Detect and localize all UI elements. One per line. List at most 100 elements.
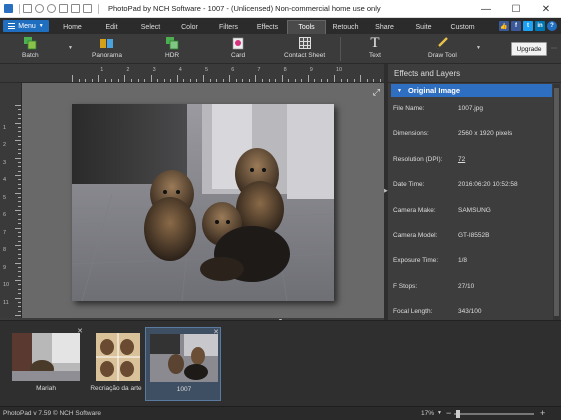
close-icon[interactable]: ✕ <box>213 328 219 336</box>
like-icon[interactable]: 👍 <box>499 21 509 31</box>
hdr-button[interactable]: HDR <box>165 36 179 59</box>
tab-retouch[interactable]: Retouch <box>326 20 365 34</box>
zoom-slider[interactable] <box>454 410 534 418</box>
ruler-tick <box>18 223 21 225</box>
ruler-tick <box>18 236 21 238</box>
card-button[interactable]: Card <box>231 36 245 59</box>
contact-sheet-button[interactable]: Contact Sheet <box>284 36 325 59</box>
save-icon[interactable] <box>23 4 32 13</box>
batch-button[interactable]: Batch <box>22 36 39 59</box>
tab-home[interactable]: Home <box>53 20 92 34</box>
minimize-button[interactable]: — <box>471 0 501 18</box>
chevron-down-icon[interactable]: ▼ <box>68 45 73 51</box>
vertical-ruler: 1 2 3 4 5 6 7 8 9 10 11 <box>0 83 22 318</box>
card-label: Card <box>231 52 246 59</box>
quick-access-toolbar <box>4 3 102 14</box>
thumbnail-1007[interactable]: ✕ 1007 <box>145 327 221 401</box>
original-image-section[interactable]: ▼ Original Image <box>391 84 552 97</box>
ruler-number: 5 <box>3 194 7 201</box>
ruler-tick <box>18 240 21 242</box>
panel-scrollbar[interactable] <box>553 84 560 320</box>
ruler-tick <box>18 310 21 312</box>
new-icon[interactable] <box>59 4 68 13</box>
filmstrip: ✕ Mariah ✕ Recriação da arte ✕ 1007 <box>0 320 561 406</box>
undo-icon[interactable] <box>35 4 44 13</box>
ruler-tick <box>347 79 349 82</box>
tab-select[interactable]: Select <box>131 20 170 34</box>
thumbnail-caption: 1007 <box>176 386 192 393</box>
close-button[interactable]: ✕ <box>531 0 561 18</box>
help-icon[interactable]: ? <box>547 21 557 31</box>
tab-share[interactable]: Share <box>365 20 404 34</box>
thumbnail-image <box>12 333 80 381</box>
ruler-number: 11 <box>3 299 9 306</box>
tab-suite[interactable]: Suite <box>404 20 443 34</box>
ruler-number: 1 <box>3 124 7 131</box>
redo-icon[interactable] <box>47 4 56 13</box>
linkedin-icon[interactable]: in <box>535 21 545 31</box>
maximize-button[interactable]: ☐ <box>501 0 531 18</box>
property-label: Focal Length: <box>393 308 433 316</box>
draw-tool-label: Draw Tool <box>428 52 457 59</box>
ruler-tick <box>15 192 21 194</box>
ruler-tick <box>18 135 21 137</box>
ruler-tick <box>334 75 335 82</box>
tab-custom[interactable]: Custom <box>443 20 482 34</box>
property-value[interactable]: 72 <box>458 156 465 163</box>
contact-sheet-icon <box>298 36 312 50</box>
paste-icon[interactable] <box>83 4 92 13</box>
ruler-tick <box>15 122 21 124</box>
ruler-tick <box>222 79 224 82</box>
ruler-tick <box>18 293 21 295</box>
zoom-in-button[interactable]: + <box>540 408 545 418</box>
photo-preview[interactable] <box>72 104 334 301</box>
tab-color[interactable]: Color <box>170 20 209 34</box>
ruler-tick <box>288 79 290 82</box>
ruler-tick <box>248 79 250 82</box>
chevron-down-icon[interactable]: ▼ <box>476 45 481 51</box>
zoom-level[interactable]: 17% <box>421 410 434 417</box>
twitter-icon[interactable]: t <box>523 21 533 31</box>
social-links: 👍 f t in? <box>499 21 557 31</box>
ruler-number: 5 <box>205 67 209 73</box>
tab-tools[interactable]: Tools <box>287 20 326 34</box>
menu-bar: Menu ▼ Home Edit Select Color Filters Effects… <box>0 18 561 34</box>
close-icon[interactable]: ✕ <box>77 327 83 335</box>
ruler-number: 2 <box>126 67 130 73</box>
text-button[interactable]: T Text <box>368 35 382 60</box>
tools-toolbar: Batch ▼ Panorama HDR Card Contact Sheet … <box>0 34 561 64</box>
more-options-icon[interactable]: ⋯ <box>551 45 557 52</box>
ruler-tick <box>72 75 73 82</box>
fit-to-screen-icon[interactable]: ⤢ <box>373 87 380 98</box>
tab-effects[interactable]: Effects <box>248 20 287 34</box>
chevron-down-icon[interactable]: ▼ <box>437 410 442 416</box>
zoom-slider-handle[interactable] <box>456 410 460 418</box>
ruler-tick <box>18 266 21 268</box>
ruler-tick <box>18 170 21 172</box>
ruler-tick <box>261 79 263 82</box>
image-canvas[interactable]: ⤢ <box>22 83 384 318</box>
zoom-out-button[interactable]: − <box>446 408 451 418</box>
facebook-icon[interactable]: f <box>511 21 521 31</box>
scrollbar-thumb[interactable] <box>554 88 559 316</box>
ruler-tick <box>18 109 21 111</box>
ruler-number: 8 <box>283 67 287 73</box>
thumbnail-mariah[interactable]: ✕ Mariah <box>8 327 84 401</box>
ruler-tick <box>18 205 21 207</box>
panorama-button[interactable]: Panorama <box>92 36 122 59</box>
open-icon[interactable] <box>71 4 80 13</box>
ruler-tick <box>203 75 204 82</box>
ruler-number: 10 <box>336 67 343 73</box>
ruler-tick <box>124 75 126 82</box>
upgrade-button[interactable]: Upgrade <box>511 42 547 56</box>
ruler-tick <box>18 188 21 190</box>
contact-sheet-label: Contact Sheet <box>284 52 326 59</box>
draw-tool-button[interactable]: Draw Tool <box>428 36 457 59</box>
ruler-tick <box>196 79 198 82</box>
ruler-tick <box>301 79 303 82</box>
ruler-tick <box>268 79 270 82</box>
ribbon-tabs: Home Edit Select Color Filters Effects Tools Re… <box>53 18 482 34</box>
tab-filters[interactable]: Filters <box>209 20 248 34</box>
menu-button[interactable]: Menu ▼ <box>3 20 49 32</box>
tab-edit[interactable]: Edit <box>92 20 131 34</box>
